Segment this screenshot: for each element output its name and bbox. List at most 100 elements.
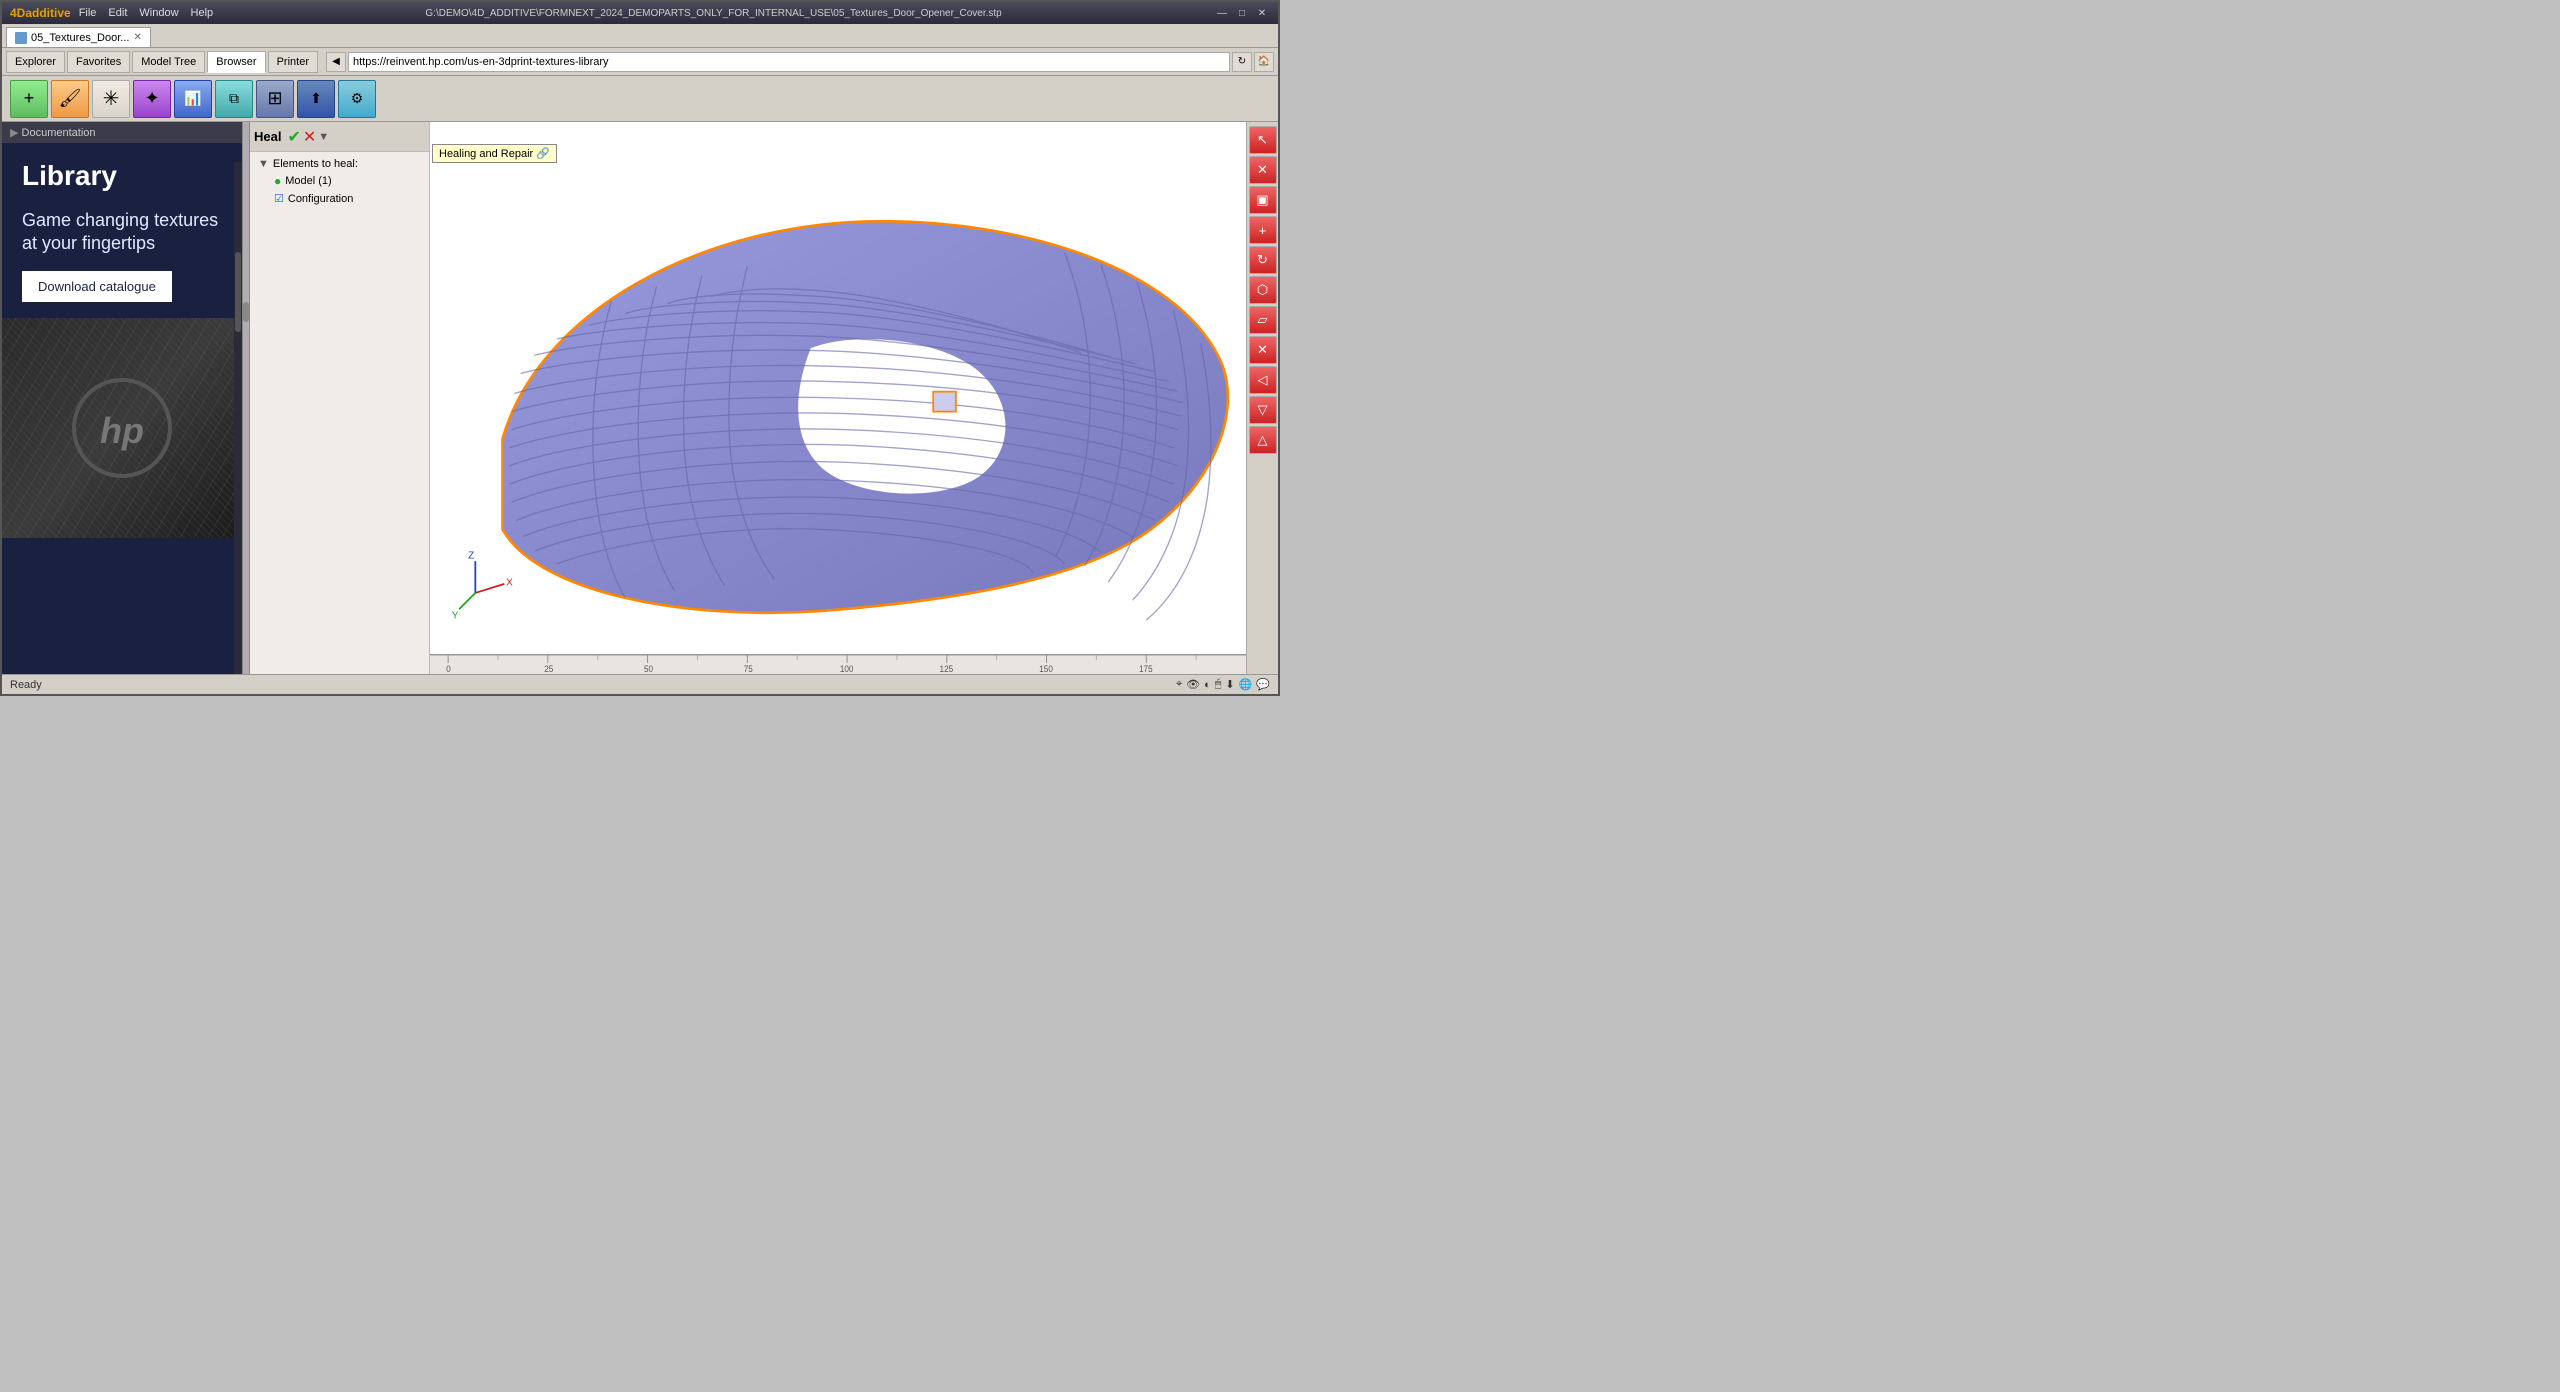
grid-tool-button[interactable]: ⊞ bbox=[256, 80, 294, 118]
model-area: Z X Y bbox=[430, 122, 1246, 674]
tab-label: 05_Textures_Door... bbox=[31, 32, 129, 44]
home-button[interactable]: 🏠 bbox=[1254, 52, 1274, 72]
panel-divider[interactable] bbox=[242, 122, 250, 674]
browser-tab[interactable]: Browser bbox=[207, 51, 265, 73]
status-right-controls: ⌖ 👁 ◐ 🖱 ⬇ 🌐 💬 bbox=[1176, 678, 1270, 691]
library-tagline: Game changing texturesat your fingertips bbox=[2, 201, 242, 268]
tab-icon bbox=[15, 32, 27, 44]
collapse-button[interactable]: ▽ bbox=[1249, 396, 1277, 424]
browser-content: Library Game changing texturesat your fi… bbox=[2, 143, 242, 674]
tab-close-button[interactable]: ✕ bbox=[133, 32, 141, 43]
brush-tool-button[interactable]: 🖌 bbox=[51, 80, 89, 118]
hide-button[interactable]: ◁ bbox=[1249, 366, 1277, 394]
flatten-button[interactable]: ▱ bbox=[1249, 306, 1277, 334]
scroll-marker bbox=[243, 302, 249, 322]
menu-bar[interactable]: File Edit Window Help bbox=[79, 7, 213, 19]
3d-model-svg: Z X Y bbox=[430, 122, 1246, 674]
close-button[interactable]: ✕ bbox=[1254, 6, 1270, 20]
status-icon-4[interactable]: 🖱 bbox=[1215, 678, 1222, 691]
status-icon-2[interactable]: 👁 bbox=[1186, 678, 1200, 691]
menu-file[interactable]: File bbox=[79, 7, 97, 19]
tree-content: ▼ Elements to heal: ● Model (1) ☑ Config… bbox=[250, 152, 429, 211]
printer-tab[interactable]: Printer bbox=[268, 51, 318, 73]
elements-label: Elements to heal: bbox=[273, 158, 358, 170]
app-logo: 4Dadditive bbox=[10, 6, 71, 20]
config-check-icon: ☑ bbox=[274, 192, 284, 205]
ruler: 0 25 50 75 100 125 150 bbox=[430, 654, 1246, 674]
up-button[interactable]: △ bbox=[1249, 426, 1277, 454]
status-text: Ready bbox=[10, 679, 42, 691]
rotate-button[interactable]: ↻ bbox=[1249, 246, 1277, 274]
heal-toolbar: Heal ✔ ✕ ▼ bbox=[250, 122, 429, 152]
star-tool-button[interactable]: ✦ bbox=[133, 80, 171, 118]
model-check-icon: ● bbox=[274, 174, 281, 188]
explorer-tab[interactable]: Explorer bbox=[6, 51, 65, 73]
menu-help[interactable]: Help bbox=[191, 7, 214, 19]
configuration-item[interactable]: ☑ Configuration bbox=[250, 190, 429, 207]
scrollbar-thumb[interactable] bbox=[235, 252, 241, 332]
svg-text:150: 150 bbox=[1039, 664, 1053, 674]
cursor-button[interactable]: ↖ bbox=[1249, 126, 1277, 154]
close-x-button[interactable]: ✕ bbox=[1249, 156, 1277, 184]
model-tree-tab[interactable]: Model Tree bbox=[132, 51, 205, 73]
artifact-rect bbox=[933, 392, 956, 412]
add-button[interactable]: + bbox=[1249, 216, 1277, 244]
heal-label: Heal bbox=[254, 129, 281, 144]
window-title: G:\DEMO\4D_ADDITIVE\FORMNEXT_2024_DEMOPA… bbox=[213, 8, 1214, 19]
documentation-link[interactable]: ▶ Documentation bbox=[2, 122, 242, 143]
svg-text:X: X bbox=[506, 578, 513, 589]
nav-toolbar: Explorer Favorites Model Tree Browser Pr… bbox=[2, 48, 1278, 76]
svg-text:25: 25 bbox=[544, 664, 553, 674]
chart-tool-button[interactable]: 📊 bbox=[174, 80, 212, 118]
maximize-button[interactable]: □ bbox=[1234, 6, 1250, 20]
status-icon-5[interactable]: ⬇ bbox=[1225, 678, 1234, 691]
export-tool-button[interactable]: ⬆ bbox=[297, 80, 335, 118]
menu-edit[interactable]: Edit bbox=[108, 7, 127, 19]
svg-text:Z: Z bbox=[468, 550, 474, 561]
svg-text:hp: hp bbox=[100, 410, 144, 451]
status-icon-7[interactable]: 💬 bbox=[1256, 678, 1270, 691]
healing-repair-tooltip: Healing and Repair 🔗 bbox=[432, 144, 557, 163]
heal-dropdown-button[interactable]: ▼ bbox=[318, 131, 329, 143]
elements-to-heal-section[interactable]: ▼ Elements to heal: bbox=[250, 156, 429, 172]
add-tool-button[interactable]: + bbox=[10, 80, 48, 118]
favorites-tab[interactable]: Favorites bbox=[67, 51, 130, 73]
heal-accept-button[interactable]: ✔ bbox=[287, 127, 300, 147]
cube-button[interactable]: ⬡ bbox=[1249, 276, 1277, 304]
status-icon-3[interactable]: ◐ bbox=[1204, 679, 1211, 691]
heal-cancel-button[interactable]: ✕ bbox=[303, 127, 316, 147]
expand-icon[interactable]: ▼ bbox=[258, 158, 269, 170]
menu-window[interactable]: Window bbox=[139, 7, 178, 19]
minimize-button[interactable]: — bbox=[1214, 6, 1230, 20]
svg-text:100: 100 bbox=[840, 664, 854, 674]
texture-preview-image: hp bbox=[2, 318, 242, 538]
heal-panel: Heal ✔ ✕ ▼ ▼ Elements to heal: ● Model (… bbox=[250, 122, 430, 674]
tab-strip: 05_Textures_Door... ✕ bbox=[2, 24, 1278, 48]
svg-text:Y: Y bbox=[452, 610, 459, 621]
library-title: Library bbox=[2, 143, 242, 201]
svg-text:125: 125 bbox=[940, 664, 954, 674]
address-input[interactable] bbox=[348, 52, 1230, 72]
main-icon-toolbar: + 🖌 ✳ ✦ 📊 ⧉ ⊞ ⬆ ⚙ Healing and Repair 🔗 bbox=[2, 76, 1278, 122]
model-item-label: Model (1) bbox=[285, 175, 331, 187]
cut-button[interactable]: ✕ bbox=[1249, 336, 1277, 364]
hp-logo: hp bbox=[67, 373, 177, 483]
settings-tool-button[interactable]: ⚙ bbox=[338, 80, 376, 118]
back-button[interactable]: ◀ bbox=[326, 52, 346, 72]
main-content-area: ▶ Documentation Library Game changing te… bbox=[2, 122, 1278, 674]
refresh-button[interactable]: ↻ bbox=[1232, 52, 1252, 72]
svg-text:175: 175 bbox=[1139, 664, 1153, 674]
svg-text:50: 50 bbox=[644, 664, 653, 674]
status-icon-6[interactable]: 🌐 bbox=[1239, 678, 1253, 691]
status-bar: Ready ⌖ 👁 ◐ 🖱 ⬇ 🌐 💬 bbox=[2, 674, 1278, 694]
tab-textures-door[interactable]: 05_Textures_Door... ✕ bbox=[6, 27, 151, 47]
asterisk-tool-button[interactable]: ✳ bbox=[92, 80, 130, 118]
status-icon-1[interactable]: ⌖ bbox=[1176, 678, 1182, 691]
3d-viewport[interactable]: Z X Y bbox=[430, 122, 1246, 674]
download-catalogue-button[interactable]: Download catalogue bbox=[22, 271, 172, 302]
browser-panel: ▶ Documentation Library Game changing te… bbox=[2, 122, 242, 674]
front-view-button[interactable]: ▣ bbox=[1249, 186, 1277, 214]
model-item[interactable]: ● Model (1) bbox=[250, 172, 429, 190]
layers-tool-button[interactable]: ⧉ bbox=[215, 80, 253, 118]
browser-scrollbar[interactable] bbox=[234, 162, 242, 674]
